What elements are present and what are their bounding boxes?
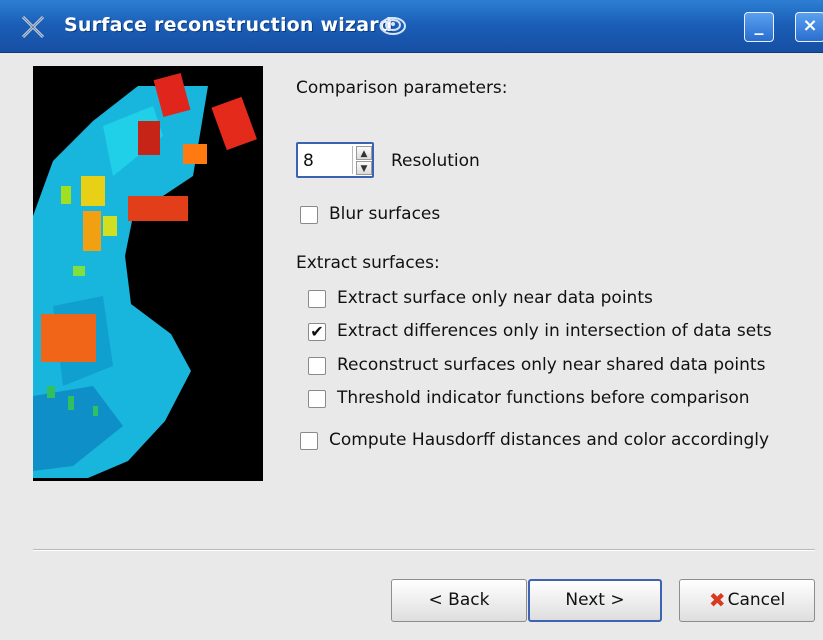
resolution-value[interactable]: 8 (303, 151, 314, 171)
wizard-side-image (33, 66, 263, 481)
extract-near-points-label: Extract surface only near data points (337, 288, 653, 308)
extract-near-points-checkbox[interactable] (308, 290, 326, 308)
blur-surfaces-checkbox[interactable] (300, 206, 318, 224)
resolution-label: Resolution (391, 151, 480, 171)
button-separator (33, 549, 815, 551)
title-bar: Surface reconstruction wizard _ × (0, 0, 823, 53)
spin-down-arrow-icon[interactable]: ▼ (356, 161, 372, 175)
blur-surfaces-label: Blur surfaces (329, 204, 441, 224)
cancel-button-label: Cancel (727, 590, 786, 610)
hausdorff-checkbox[interactable] (300, 432, 318, 450)
spin-up-arrow-icon[interactable]: ▲ (356, 146, 372, 160)
extract-surfaces-heading: Extract surfaces: (296, 253, 440, 273)
cancel-x-icon: ✖ (708, 588, 726, 612)
extract-intersection-label: Extract differences only in intersection… (337, 321, 772, 341)
minimize-button[interactable]: _ (744, 12, 774, 42)
reconstruct-shared-checkbox[interactable] (308, 357, 326, 375)
extract-intersection-checkbox[interactable]: ✔ (308, 323, 326, 341)
hausdorff-label: Compute Hausdorff distances and color ac… (329, 430, 770, 450)
back-button-label: < Back (428, 590, 490, 610)
threshold-indicator-checkbox[interactable] (308, 390, 326, 408)
close-button[interactable]: × (795, 12, 823, 42)
window-title: Surface reconstruction wizard (64, 14, 393, 36)
spinbox-divider (352, 146, 353, 174)
back-button[interactable]: < Back (391, 579, 527, 622)
cancel-button[interactable]: ✖ Cancel (679, 579, 815, 622)
app-logo-icon (21, 15, 45, 39)
swirl-icon (380, 17, 406, 35)
next-button[interactable]: Next > (528, 579, 662, 622)
comparison-parameters-heading: Comparison parameters: (296, 78, 508, 98)
threshold-indicator-label: Threshold indicator functions before com… (337, 388, 750, 408)
next-button-label: Next > (565, 590, 625, 610)
reconstruct-shared-label: Reconstruct surfaces only near shared da… (337, 355, 766, 375)
resolution-spinbox[interactable]: 8 ▲ ▼ (296, 142, 374, 178)
